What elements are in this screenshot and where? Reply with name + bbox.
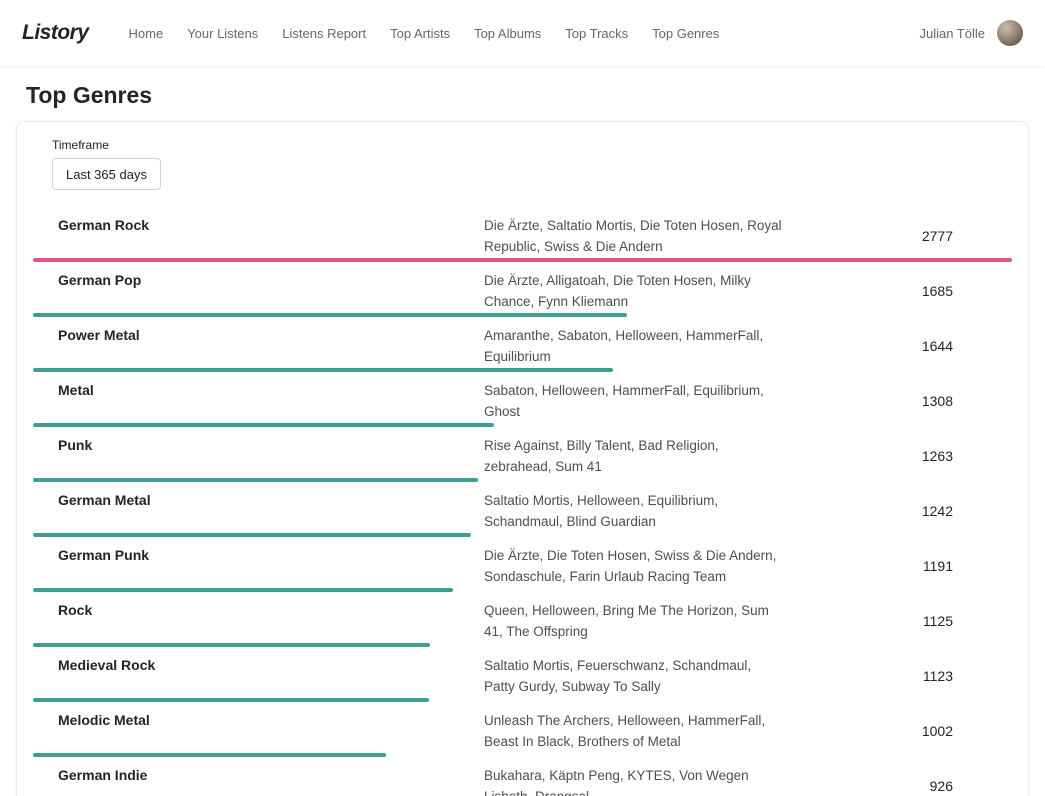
genre-name: Punk: [58, 435, 484, 477]
top-genres-card: Timeframe Last 365 days German Rock Die …: [16, 121, 1029, 796]
genre-row-metal: Metal Sabaton, Helloween, HammerFall, Eq…: [33, 373, 1012, 428]
genre-bar: [33, 313, 627, 317]
genre-name: German Pop: [58, 270, 484, 312]
genre-name: Power Metal: [58, 325, 484, 367]
avatar[interactable]: [997, 20, 1023, 46]
genre-bar: [33, 478, 478, 482]
genre-name: Rock: [58, 600, 484, 642]
genre-count: 1191: [784, 558, 1012, 574]
genre-count: 1123: [784, 668, 1012, 684]
nav-item-listens-report[interactable]: Listens Report: [282, 26, 366, 41]
genre-row-german-punk: German Punk Die Ärzte, Die Toten Hosen, …: [33, 538, 1012, 593]
genre-list: German Rock Die Ärzte, Saltatio Mortis, …: [33, 208, 1012, 796]
nav-item-home[interactable]: Home: [129, 26, 164, 41]
genre-bar: [33, 698, 429, 702]
genre-artists: Unleash The Archers, Helloween, HammerFa…: [484, 710, 784, 752]
timeframe-label: Timeframe: [52, 138, 1012, 152]
nav-item-your-listens[interactable]: Your Listens: [187, 26, 258, 41]
genre-count: 1308: [784, 393, 1012, 409]
main-nav: Home Your Listens Listens Report Top Art…: [129, 26, 720, 41]
genre-artists: Bukahara, Käptn Peng, KYTES, Von Wegen L…: [484, 765, 784, 796]
genre-bar: [33, 643, 430, 647]
app-logo[interactable]: Listory: [22, 21, 89, 45]
genre-row-german-pop: German Pop Die Ärzte, Alligatoah, Die To…: [33, 263, 1012, 318]
nav-item-top-tracks[interactable]: Top Tracks: [565, 26, 628, 41]
genre-count: 2777: [784, 228, 1012, 244]
genre-bar: [33, 753, 386, 757]
genre-count: 1644: [784, 338, 1012, 354]
genre-row-german-metal: German Metal Saltatio Mortis, Helloween,…: [33, 483, 1012, 538]
genre-bar: [33, 533, 471, 537]
genre-count: 1263: [784, 448, 1012, 464]
genre-artists: Die Ärzte, Die Toten Hosen, Swiss & Die …: [484, 545, 784, 587]
genre-row-power-metal: Power Metal Amaranthe, Sabaton, Hellowee…: [33, 318, 1012, 373]
genre-row-rock: Rock Queen, Helloween, Bring Me The Hori…: [33, 593, 1012, 648]
timeframe-select[interactable]: Last 365 days: [52, 158, 161, 190]
genre-count: 1685: [784, 283, 1012, 299]
genre-artists: Sabaton, Helloween, HammerFall, Equilibr…: [484, 380, 784, 422]
genre-name: German Indie: [58, 765, 484, 796]
genre-bar: [33, 258, 1012, 262]
genre-artists: Die Ärzte, Alligatoah, Die Toten Hosen, …: [484, 270, 784, 312]
genre-artists: Queen, Helloween, Bring Me The Horizon, …: [484, 600, 784, 642]
genre-count: 1125: [784, 613, 1012, 629]
genre-row-punk: Punk Rise Against, Billy Talent, Bad Rel…: [33, 428, 1012, 483]
main-content: Top Genres Timeframe Last 365 days Germa…: [0, 66, 1045, 796]
genre-count: 1002: [784, 723, 1012, 739]
genre-name: Melodic Metal: [58, 710, 484, 752]
genre-name: German Rock: [58, 215, 484, 257]
genre-artists: Amaranthe, Sabaton, Helloween, HammerFal…: [484, 325, 784, 367]
top-navbar: Listory Home Your Listens Listens Report…: [0, 0, 1045, 66]
genre-name: Medieval Rock: [58, 655, 484, 697]
nav-item-top-genres[interactable]: Top Genres: [652, 26, 719, 41]
genre-artists: Saltatio Mortis, Helloween, Equilibrium,…: [484, 490, 784, 532]
genre-row-melodic-metal: Melodic Metal Unleash The Archers, Hello…: [33, 703, 1012, 758]
genre-count: 1242: [784, 503, 1012, 519]
genre-bar: [33, 368, 613, 372]
genre-name: Metal: [58, 380, 484, 422]
user-name[interactable]: Julian Tölle: [919, 26, 985, 41]
genre-row-german-indie: German Indie Bukahara, Käptn Peng, KYTES…: [33, 758, 1012, 796]
user-menu[interactable]: Julian Tölle: [919, 20, 1023, 46]
genre-row-medieval-rock: Medieval Rock Saltatio Mortis, Feuerschw…: [33, 648, 1012, 703]
genre-artists: Rise Against, Billy Talent, Bad Religion…: [484, 435, 784, 477]
genre-count: 926: [784, 778, 1012, 794]
page-title: Top Genres: [26, 82, 1019, 109]
nav-item-top-artists[interactable]: Top Artists: [390, 26, 450, 41]
genre-name: German Metal: [58, 490, 484, 532]
genre-bar: [33, 423, 494, 427]
genre-row-german-rock: German Rock Die Ärzte, Saltatio Mortis, …: [33, 208, 1012, 263]
genre-name: German Punk: [58, 545, 484, 587]
genre-artists: Die Ärzte, Saltatio Mortis, Die Toten Ho…: [484, 215, 784, 257]
genre-bar: [33, 588, 453, 592]
nav-item-top-albums[interactable]: Top Albums: [474, 26, 541, 41]
genre-artists: Saltatio Mortis, Feuerschwanz, Schandmau…: [484, 655, 784, 697]
